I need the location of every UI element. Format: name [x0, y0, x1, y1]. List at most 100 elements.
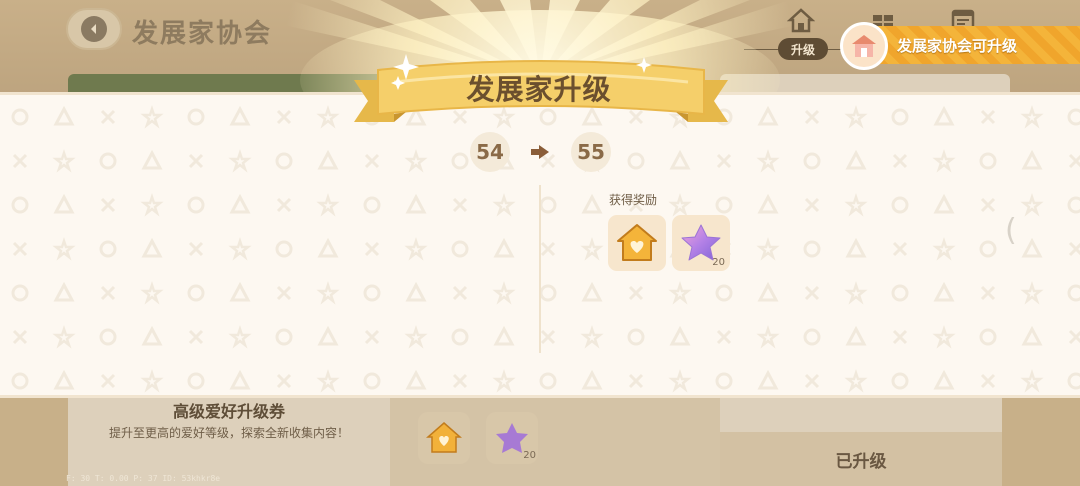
pattern-shape	[493, 237, 515, 258]
pattern-shape	[451, 328, 469, 346]
pattern-shape	[539, 284, 557, 302]
pattern-shape	[580, 325, 604, 349]
pattern-shape	[11, 372, 29, 390]
pattern-shape	[892, 241, 908, 257]
pattern-shape	[933, 105, 955, 126]
pattern-shape	[363, 284, 381, 302]
pattern-shape	[757, 281, 779, 302]
page-title: 发展家协会	[132, 19, 273, 49]
pattern-shape	[716, 153, 732, 169]
pattern-shape	[845, 149, 867, 170]
association-building-icon	[840, 22, 888, 70]
pattern-shape	[581, 369, 603, 390]
pattern-shape	[979, 152, 997, 170]
pattern-shape	[1067, 108, 1080, 126]
pattern-shape	[53, 281, 75, 302]
pattern-shape	[141, 237, 163, 258]
pattern-shape	[668, 369, 692, 393]
pattern-shape	[187, 284, 205, 302]
pattern-shape	[99, 328, 117, 346]
pattern-shape	[844, 281, 868, 305]
card-title: 高级爱好升级券	[172, 402, 285, 421]
pattern-shape	[1021, 325, 1043, 346]
pattern-shape	[275, 328, 293, 346]
notification-text: 发展家协会可升级	[897, 37, 1018, 55]
pattern-shape	[1067, 372, 1080, 390]
pattern-shape	[757, 105, 779, 126]
arrow-right-icon	[531, 145, 549, 159]
pattern-shape	[628, 285, 644, 301]
pattern-shape	[276, 197, 292, 213]
pattern-shape	[229, 369, 251, 390]
pattern-shape	[804, 373, 820, 389]
pattern-shape	[12, 329, 28, 345]
pattern-shape	[404, 237, 428, 261]
tab-upgrade-label: 升级	[778, 38, 828, 60]
pattern-shape	[317, 325, 339, 346]
pattern-shape	[1067, 284, 1080, 302]
pattern-shape	[229, 281, 251, 302]
pattern-shape	[1067, 196, 1080, 214]
pattern-shape	[804, 109, 820, 125]
pattern-shape	[844, 193, 868, 217]
pattern-shape	[188, 241, 204, 257]
pattern-shape	[980, 373, 996, 389]
pattern-shape	[1020, 369, 1044, 393]
upgrade-ticket-card: 高级爱好升级券 提升至更高的爱好等级，探索全新收集内容！	[68, 398, 390, 486]
pattern-shape	[492, 281, 516, 305]
pattern-shape	[140, 193, 164, 217]
level-from-badge: 54	[470, 132, 510, 172]
pattern-shape	[932, 325, 956, 349]
pattern-shape	[52, 149, 76, 173]
pattern-shape	[228, 149, 252, 173]
pattern-shape	[188, 153, 204, 169]
pattern-shape	[228, 237, 252, 261]
pattern-shape	[363, 372, 381, 390]
reward-item-house[interactable]	[608, 215, 666, 271]
pattern-shape	[405, 193, 427, 214]
pattern-shape	[275, 152, 293, 170]
pattern-shape	[452, 373, 468, 389]
back-button[interactable]	[66, 8, 122, 50]
pattern-shape	[316, 105, 340, 129]
home-icon[interactable]	[786, 6, 816, 34]
pattern-shape	[845, 325, 867, 346]
pattern-shape	[628, 373, 644, 389]
pattern-shape	[363, 196, 381, 214]
pattern-shape	[405, 281, 427, 302]
reward-item-star[interactable]: 20	[672, 215, 730, 271]
pattern-shape	[317, 149, 339, 170]
pattern-shape	[540, 329, 556, 345]
pattern-shape	[1068, 329, 1080, 345]
pattern-shape	[228, 325, 252, 349]
pattern-shape	[803, 240, 821, 258]
pattern-shape	[364, 329, 380, 345]
back-arrow-icon	[81, 16, 107, 42]
pattern-shape	[317, 237, 339, 258]
pattern-shape	[99, 152, 117, 170]
pattern-shape	[1021, 149, 1043, 170]
pattern-shape	[229, 193, 251, 214]
pattern-shape	[405, 369, 427, 390]
pattern-shape	[933, 193, 955, 214]
pattern-shape	[53, 193, 75, 214]
pattern-shape	[1020, 193, 1044, 217]
pattern-shape	[275, 240, 293, 258]
pattern-shape	[892, 153, 908, 169]
scroll-hint-icon: (	[1005, 213, 1017, 248]
pattern-shape	[316, 281, 340, 305]
pattern-shape	[668, 193, 692, 217]
pattern-shape	[716, 329, 732, 345]
purple-star-icon: 20	[486, 412, 538, 464]
popup-divider	[539, 185, 541, 353]
pattern-shape	[11, 284, 29, 302]
pattern-shape	[668, 281, 692, 305]
pattern-shape	[933, 369, 955, 390]
pattern-shape	[364, 153, 380, 169]
pattern-shape	[669, 149, 691, 170]
reward-label: 获得奖励	[609, 193, 658, 207]
pattern-shape	[276, 373, 292, 389]
pattern-shape	[140, 105, 164, 129]
pattern-shape	[539, 196, 557, 214]
pattern-shape	[99, 240, 117, 258]
